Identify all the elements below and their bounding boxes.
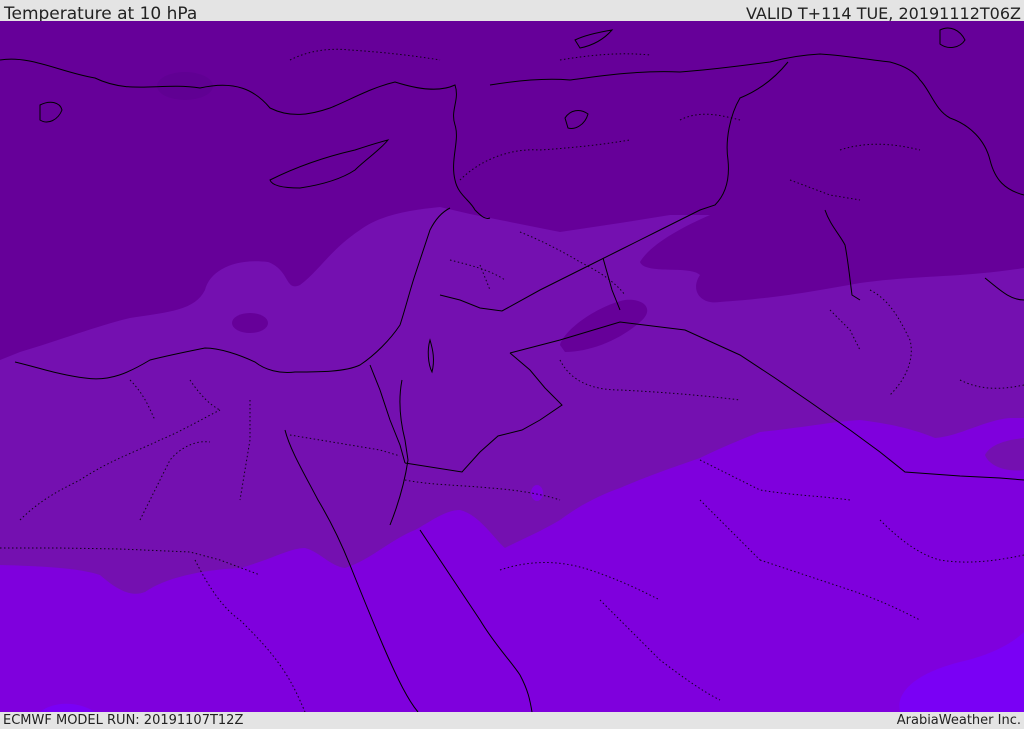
blob-dark-small	[232, 313, 268, 333]
model-run: ECMWF MODEL RUN: 20191107T12Z	[3, 713, 244, 728]
credit: ArabiaWeather Inc.	[896, 713, 1021, 728]
temperature-map[interactable]	[0, 21, 1024, 712]
map-header: Temperature at 10 hPa VALID T+114 TUE, 2…	[0, 0, 1024, 24]
map-footer: ECMWF MODEL RUN: 20191107T12Z ArabiaWeat…	[0, 712, 1024, 729]
